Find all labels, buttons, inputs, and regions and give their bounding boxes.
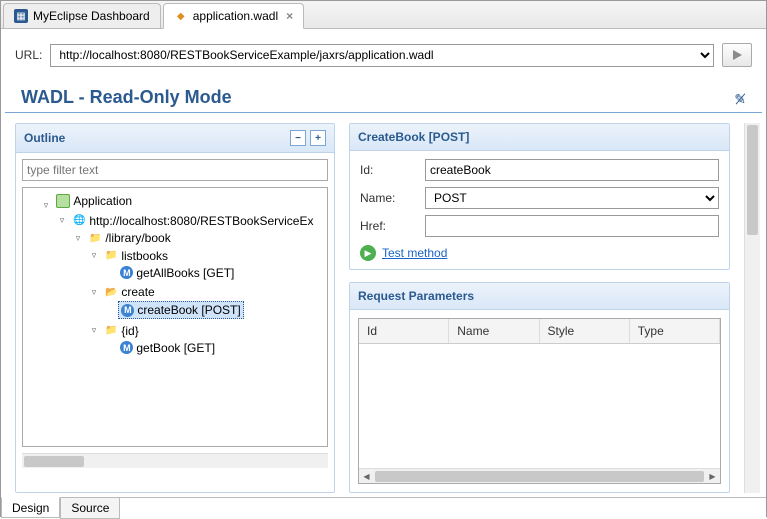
method-icon: M [120,266,133,279]
tree-node-path[interactable]: 📁 /library/book [86,230,172,246]
tab-source[interactable]: Source [60,498,120,519]
tree-node-host[interactable]: 🌐 http://localhost:8080/RESTBookServiceE… [70,213,315,229]
tree-node-getallbooks[interactable]: M getAllBooks [GET] [118,265,236,281]
outline-tree[interactable]: ▿ Application ▿ 🌐 http://localhost:8080/… [22,187,328,447]
params-table-header: Id Name Style Type [359,319,720,344]
grid-icon: ▦ [14,9,28,23]
tree-node-listbooks[interactable]: 📁 listbooks [102,248,170,264]
test-method-link[interactable]: Test method [382,246,447,260]
application-icon [56,194,70,208]
wadl-header: WADL - Read-Only Mode ✎̸ [5,73,762,113]
wadl-file-icon: ◆ [174,9,188,23]
scrollbar-vertical[interactable] [744,123,760,493]
outline-panel: Outline − + ▿ Application [15,123,335,493]
outline-title: Outline [24,131,65,145]
expand-toggle[interactable]: ▿ [57,215,67,226]
col-type[interactable]: Type [630,319,720,343]
tree-node-create[interactable]: 📂 create [102,284,156,300]
folder-icon: 📁 [104,324,118,338]
col-id[interactable]: Id [359,319,449,343]
expand-toggle[interactable]: ▿ [89,325,99,336]
tree-scrollbar-horizontal[interactable] [22,453,328,468]
params-table: Id Name Style Type ◀ ▶ [358,318,721,484]
tree-node-createbook[interactable]: M createBook [POST] [118,301,243,319]
tree-node-application[interactable]: Application [54,193,134,209]
name-select[interactable]: POST [425,187,719,209]
folder-open-icon: 📂 [104,285,118,299]
bottom-tabs: Design Source [1,497,766,519]
scroll-left-icon[interactable]: ◀ [359,469,374,484]
detail-heading: CreateBook [POST] [350,124,729,151]
globe-icon: 🌐 [72,214,86,228]
tab-dashboard-label: MyEclipse Dashboard [33,9,150,23]
tab-design[interactable]: Design [1,497,60,518]
col-name[interactable]: Name [449,319,539,343]
close-icon[interactable]: × [286,9,293,23]
id-field[interactable] [425,159,719,181]
play-icon [731,49,743,61]
run-icon: ▶ [360,245,376,261]
href-field[interactable] [425,215,719,237]
name-label: Name: [360,191,415,205]
expand-toggle[interactable]: ▿ [73,233,83,244]
url-input[interactable]: http://localhost:8080/RESTBookServiceExa… [50,44,714,67]
request-params-heading: Request Parameters [350,283,729,310]
method-icon: M [121,304,134,317]
method-icon: M [120,341,133,354]
go-button[interactable] [722,43,752,67]
request-params-panel: Request Parameters Id Name Style Type ◀ … [349,282,730,493]
scroll-right-icon[interactable]: ▶ [705,469,720,484]
detail-panel: CreateBook [POST] Id: Name: POST Href: ▶… [349,123,730,270]
folder-icon: 📁 [88,231,102,245]
expand-toggle[interactable]: ▿ [41,200,51,211]
url-label: URL: [15,48,42,62]
readonly-icon: ✎̸ [734,91,746,108]
expand-toggle[interactable]: ▿ [89,287,99,298]
collapse-all-button[interactable]: − [290,130,306,146]
filter-input[interactable] [22,159,328,181]
tree-node-getbook[interactable]: M getBook [GET] [118,340,217,356]
tab-wadl-label: application.wadl [193,9,278,23]
url-bar: URL: http://localhost:8080/RESTBookServi… [1,29,766,73]
editor-tabs: ▦ MyEclipse Dashboard ◆ application.wadl… [1,1,766,29]
expand-all-button[interactable]: + [310,130,326,146]
tree-node-id[interactable]: 📁 {id} [102,323,140,339]
id-label: Id: [360,163,415,177]
params-table-body [359,344,720,468]
folder-icon: 📁 [104,249,118,263]
params-scrollbar-horizontal[interactable]: ◀ ▶ [359,468,720,483]
tab-application-wadl[interactable]: ◆ application.wadl × [163,3,304,29]
page-title: WADL - Read-Only Mode [21,87,232,108]
expand-toggle[interactable]: ▿ [89,250,99,261]
href-label: Href: [360,219,415,233]
col-style[interactable]: Style [540,319,630,343]
tab-dashboard[interactable]: ▦ MyEclipse Dashboard [3,3,161,28]
